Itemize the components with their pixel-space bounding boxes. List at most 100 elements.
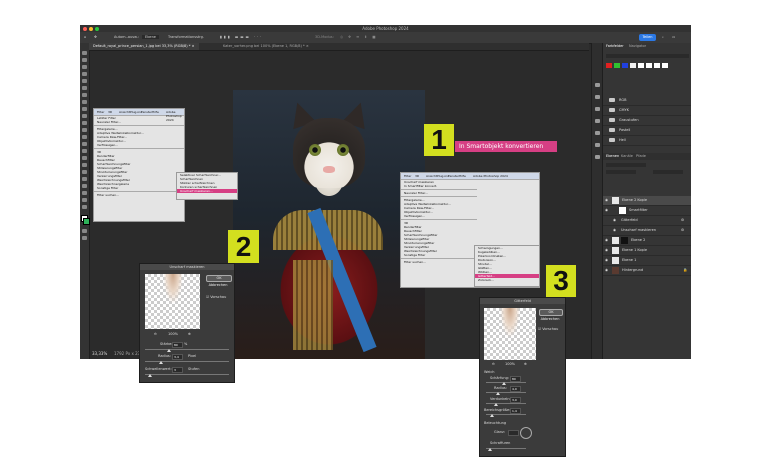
swatch-folder-pastell[interactable]: Pastell xyxy=(603,126,691,136)
layer-row-ebene-1[interactable]: ◉ Ebene 1 xyxy=(603,256,691,266)
visibility-eye-icon[interactable]: ◉ xyxy=(605,266,608,275)
color-swatch[interactable] xyxy=(630,63,636,68)
tab-layers[interactable]: Ebenen xyxy=(606,153,619,160)
tab-swatches[interactable]: Farbfelder xyxy=(606,43,624,50)
color-swatch[interactable] xyxy=(638,63,644,68)
menu-bar-item[interactable]: Fenster xyxy=(448,174,459,178)
libraries-panel-icon[interactable] xyxy=(595,119,600,123)
menu-item[interactable]: Sonstige Filter xyxy=(94,186,184,190)
move-tool-icon[interactable] xyxy=(82,51,87,55)
home-icon[interactable]: ⌂ xyxy=(84,35,86,39)
cancel-button[interactable]: Abbrechen xyxy=(539,317,561,322)
zoom-tool-icon[interactable] xyxy=(82,198,87,202)
preview-checkbox[interactable]: ☑ Vorschau xyxy=(538,327,558,331)
menu-item[interactable]: Neuraler Filter... xyxy=(401,191,477,195)
darken-slider-handle[interactable] xyxy=(494,403,498,406)
layer-row-ebene-2[interactable]: ◉ Ebene 2 xyxy=(603,236,691,246)
swatch-folder-hell[interactable]: Hell xyxy=(603,136,691,146)
threshold-input[interactable]: 3 xyxy=(172,367,183,373)
clone-stamp-tool-icon[interactable] xyxy=(82,121,87,125)
pen-tool-icon[interactable] xyxy=(82,163,87,167)
layer-row-ebene-2-kopie[interactable]: ◉ Ebene 2 Kopie xyxy=(603,196,691,206)
radius-slider-handle[interactable] xyxy=(159,361,163,364)
menu-bar-item[interactable]: Filter xyxy=(97,110,104,114)
preview-checkbox[interactable]: ☑ Vorschau xyxy=(206,295,226,299)
search-icon[interactable]: ⌕ xyxy=(662,35,664,39)
brush-panel-icon[interactable] xyxy=(595,155,600,159)
zoom-in-icon[interactable]: ⊕ xyxy=(524,362,527,366)
visibility-eye-icon[interactable]: ◉ xyxy=(605,246,608,255)
align-icons[interactable]: ▮▮▮ ▬▬▬ ··· xyxy=(220,35,263,39)
quick-select-tool-icon[interactable] xyxy=(82,79,87,83)
swatch-search-input[interactable] xyxy=(606,54,689,58)
layer-row-gitterfeld[interactable]: ◉ Gitterfeld ⚙ xyxy=(603,216,691,226)
layer-row-unscharf-maskieren[interactable]: ◉ Unscharf maskieren ⚙ xyxy=(603,226,691,236)
tab-default-royal-prince[interactable]: Default_royal_prince_persian_1.jpg bei 3… xyxy=(89,43,199,50)
history-panel-icon[interactable] xyxy=(595,83,600,87)
filter-preview-image[interactable] xyxy=(145,274,200,329)
ok-button[interactable]: OK xyxy=(539,309,563,316)
submenu-item[interactable]: Zickzack... xyxy=(475,278,539,282)
paragraph-panel-icon[interactable] xyxy=(595,131,600,135)
adjustments-panel-icon[interactable] xyxy=(595,107,600,111)
filter-options-icon[interactable]: ⚙ xyxy=(681,216,684,225)
swatch-folder-graustufen[interactable]: Graustufen xyxy=(603,116,691,126)
menu-bar-item[interactable]: Fenster xyxy=(141,110,152,114)
zoom-out-icon[interactable]: ⊖ xyxy=(154,332,157,336)
swatch-folder-rgb[interactable]: RGB xyxy=(603,96,691,106)
color-swatch[interactable] xyxy=(622,63,628,68)
visibility-eye-icon[interactable]: ◉ xyxy=(605,256,608,265)
visibility-eye-icon[interactable]: ◉ xyxy=(605,196,608,205)
tab-navigator[interactable]: Navigator xyxy=(629,43,646,50)
artboard-tool-icon[interactable] xyxy=(82,58,87,62)
menu-bar-item[interactable]: 3D xyxy=(108,110,112,114)
radius-input[interactable]: 3,4 xyxy=(172,354,183,360)
submenu-item[interactable]: Unscharf maskieren... xyxy=(177,189,237,193)
tab-channels[interactable]: Kanäle xyxy=(621,153,633,160)
layer-filter-dropdown[interactable] xyxy=(606,163,646,167)
visibility-eye-icon[interactable]: ◉ xyxy=(613,226,616,235)
menu-item[interactable]: Verflüssigen... xyxy=(94,143,184,147)
ok-button[interactable]: OK xyxy=(206,275,232,282)
marquee-tool-icon[interactable] xyxy=(82,65,87,69)
color-swatch[interactable] xyxy=(614,63,620,68)
lasso-tool-icon[interactable] xyxy=(82,72,87,76)
path-select-tool-icon[interactable] xyxy=(82,177,87,181)
menu-item[interactable]: Sonstige Filter xyxy=(401,253,477,257)
menu-bar-item[interactable]: Hilfe xyxy=(152,110,159,114)
document-canvas-image[interactable] xyxy=(233,90,425,359)
gradient-tool-icon[interactable] xyxy=(82,142,87,146)
color-swatch[interactable] xyxy=(606,63,612,68)
filter-preview-image[interactable] xyxy=(484,308,536,360)
blur-tool-icon[interactable] xyxy=(82,149,87,153)
auto-select-checkbox[interactable]: Autom.-ausw.: xyxy=(114,35,139,39)
menu-bar-item[interactable]: Hilfe xyxy=(459,174,466,178)
angle-dial[interactable] xyxy=(520,427,532,439)
area-size-slider-handle[interactable] xyxy=(490,414,494,417)
dodge-tool-icon[interactable] xyxy=(82,156,87,160)
zoom-in-icon[interactable]: ⊕ xyxy=(188,332,191,336)
more-tools-icon[interactable] xyxy=(82,205,87,209)
layer-row-hintergrund[interactable]: ◉ Hintergrund 🔒 xyxy=(603,266,691,276)
color-swatch[interactable] xyxy=(662,63,668,68)
background-color-swatch[interactable] xyxy=(83,218,90,225)
zoom-out-icon[interactable]: ⊖ xyxy=(492,362,495,366)
amount-slider[interactable] xyxy=(145,349,229,350)
menu-item[interactable]: In Smartfilter konvert. xyxy=(401,184,477,188)
menu-bar-item[interactable]: 3D xyxy=(415,174,419,178)
menu-bar-item[interactable]: Filter xyxy=(404,174,411,178)
menu-bar-item[interactable]: Ansicht xyxy=(119,110,130,114)
threshold-slider-handle[interactable] xyxy=(148,374,152,377)
type-tool-icon[interactable] xyxy=(82,170,87,174)
sharpen-slider[interactable] xyxy=(486,382,526,383)
crop-tool-icon[interactable] xyxy=(82,86,87,90)
radius-slider[interactable] xyxy=(145,361,229,362)
menu-item[interactable]: Filter suchen... xyxy=(401,260,477,264)
eyedropper-tool-icon[interactable] xyxy=(82,100,87,104)
history-brush-tool-icon[interactable] xyxy=(82,128,87,132)
layer-row-smartfilter[interactable]: ◉ Smartfilter xyxy=(603,206,691,216)
layer-dropdown[interactable]: Ebene xyxy=(142,35,159,39)
character-panel-icon[interactable] xyxy=(595,143,600,147)
move-tool-icon[interactable]: ✥ xyxy=(94,35,97,39)
visibility-eye-icon[interactable]: ◉ xyxy=(605,236,608,245)
